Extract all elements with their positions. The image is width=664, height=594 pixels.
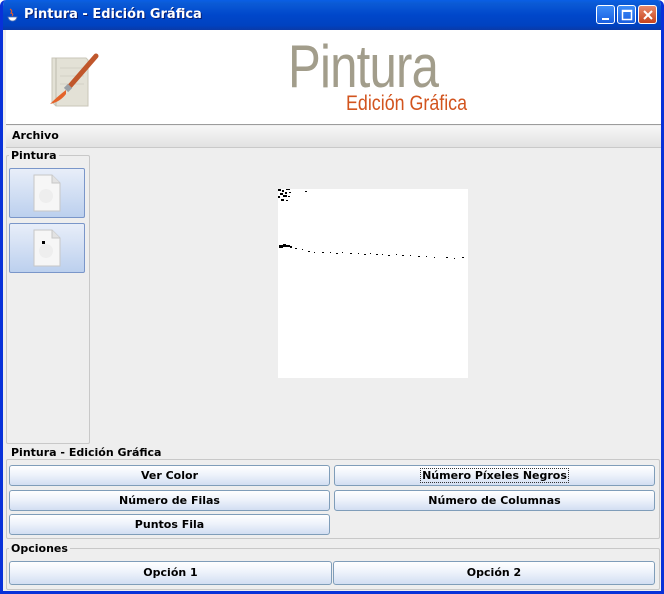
tool-blank-page-button[interactable] (9, 168, 85, 218)
menu-bar: Archivo (6, 126, 661, 148)
numero-pixeles-negros-button[interactable]: Número Píxeles Negros (334, 465, 655, 486)
close-button[interactable] (638, 5, 657, 24)
opcion-2-button[interactable]: Opción 2 (333, 561, 655, 585)
ver-color-button[interactable]: Ver Color (9, 465, 330, 486)
opcion-2-label: Opción 2 (466, 566, 522, 579)
title-bar[interactable]: Pintura - Edición Gráfica (3, 0, 661, 30)
opcion-1-label: Opción 1 (143, 566, 198, 579)
numero-filas-button[interactable]: Número de Filas (9, 490, 330, 511)
blank-page-icon (33, 174, 61, 212)
java-cup-icon (7, 8, 18, 22)
window-title: Pintura - Edición Gráfica (24, 7, 202, 22)
ver-color-label: Ver Color (140, 469, 198, 482)
maximize-button[interactable] (617, 5, 636, 24)
close-icon (643, 10, 653, 20)
puntos-fila-label: Puntos Fila (134, 518, 205, 531)
menu-archivo[interactable]: Archivo (12, 129, 59, 142)
actions-panel-title: Pintura - Edición Gráfica (9, 446, 164, 459)
numero-filas-label: Número de Filas (119, 494, 220, 507)
paint-brush-icon (50, 53, 99, 107)
puntos-fila-button[interactable]: Puntos Fila (9, 514, 330, 535)
logo-subtitle: Edición Gráfica (346, 92, 468, 115)
header-banner: Pintura Edición Gráfica (6, 30, 661, 125)
page-with-dot-icon (33, 229, 61, 267)
tools-panel-title: Pintura (9, 149, 59, 162)
minimize-button[interactable] (596, 5, 615, 24)
numero-pixeles-negros-label: Número Píxeles Negros (420, 468, 569, 483)
app-window: Pintura - Edición Gráfica Pintura Edició… (0, 0, 664, 594)
opcion-1-button[interactable]: Opción 1 (9, 561, 332, 585)
numero-columnas-button[interactable]: Número de Columnas (334, 490, 655, 511)
image-canvas[interactable] (278, 189, 468, 378)
image-pixels (278, 189, 464, 259)
numero-columnas-label: Número de Columnas (428, 494, 561, 507)
tool-page-with-dot-button[interactable] (9, 223, 85, 273)
maximize-icon (621, 9, 633, 21)
minimize-icon (602, 18, 609, 20)
options-panel-title: Opciones (9, 542, 70, 555)
logo-title: Pintura (288, 33, 439, 100)
